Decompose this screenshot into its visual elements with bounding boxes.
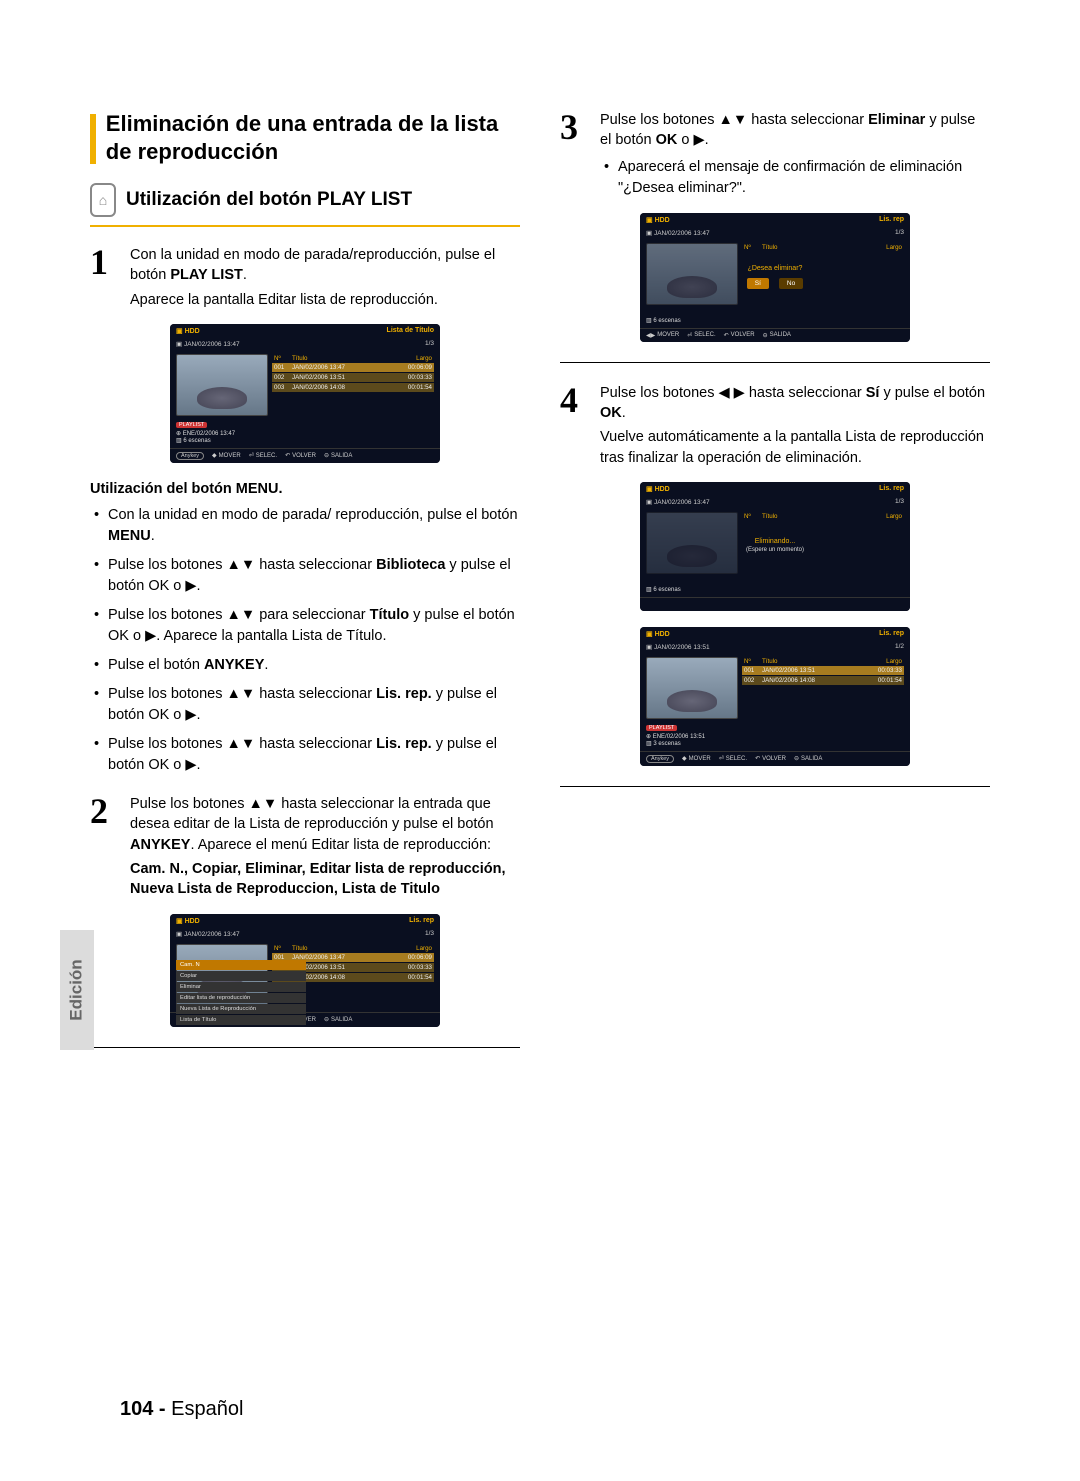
table-row: 001JAN/02/2006 13:5100:03:33 — [742, 666, 904, 675]
meta-scenes: 6 escenas — [183, 438, 210, 444]
yes-button: Sí — [747, 278, 769, 289]
step-text-bold: Cam. N., Copiar, Eliminar, Editar lista … — [130, 859, 520, 900]
menu-bullets: Con la unidad en modo de parada/ reprodu… — [94, 505, 520, 776]
section-title: Eliminación de una entrada de la lista d… — [106, 110, 520, 165]
step-number: 3 — [560, 102, 578, 152]
processing-message: Eliminando... (Espere un momento) — [746, 538, 804, 553]
list-item: Pulse los botones ▲▼ hasta seleccionar B… — [94, 555, 520, 597]
screenshot-title-list: ▣ HDDLista de Título ▣ JAN/02/2006 13:47… — [170, 324, 440, 463]
table-row: 002JAN/02/2006 13:5100:03:33 — [272, 373, 434, 382]
section-divider — [90, 1047, 520, 1048]
table-row: 001JAN/02/2006 13:4700:06:09 — [272, 363, 434, 372]
col-length: Largo — [390, 355, 432, 362]
screenshot-confirm-delete: ▣ HDDLis. rep ▣ JAN/02/2006 13:471/3 NºT… — [640, 213, 910, 342]
side-tab: Edición — [60, 930, 94, 1050]
menu-item: Eliminar — [176, 982, 306, 992]
step-4: 4 Pulse los botones ◀ ▶ hasta selecciona… — [560, 383, 990, 468]
step-1: 1 Con la unidad en modo de parada/reprod… — [90, 245, 520, 310]
screenshot-edit-menu: ▣ HDDLis. rep ▣ JAN/02/2006 13:471/3 NºT… — [170, 914, 440, 1027]
table-row: 002JAN/02/2006 14:0800:01:54 — [742, 676, 904, 685]
menu-item: Editar lista de reproducción — [176, 993, 306, 1003]
meta-scenes: 6 escenas — [653, 318, 680, 324]
step-number: 4 — [560, 375, 578, 425]
section-divider — [560, 786, 990, 787]
bold-text: PLAY LIST — [170, 267, 243, 283]
count-label: 1/3 — [425, 340, 434, 348]
list-item: Pulse los botones ▲▼ hasta seleccionar L… — [94, 734, 520, 776]
thumbnail — [646, 512, 738, 574]
section-divider — [560, 362, 990, 363]
step-number: 2 — [90, 786, 108, 836]
screenshot-deleting: ▣ HDDLis. rep ▣ JAN/02/2006 13:471/3 NºT… — [640, 482, 910, 611]
col-num: Nº — [274, 355, 292, 362]
table-row: 003JAN/02/2006 14:0800:01:54 — [272, 383, 434, 392]
thumbnail — [176, 354, 268, 416]
side-tab-label: Edición — [67, 959, 87, 1020]
menu-item: Nueva Lista de Reproducción — [176, 1004, 306, 1014]
date-label: JAN/02/2006 13:47 — [184, 341, 240, 348]
playlist-tag: PLAYLIST — [176, 422, 207, 428]
mover-label: MOVER — [219, 453, 241, 459]
page-language: Español — [171, 1398, 243, 1420]
list-item: Pulse los botones ▲▼ hasta seleccionar L… — [94, 684, 520, 726]
confirm-dialog: ¿Desea eliminar? Sí No — [700, 265, 850, 289]
volver-label: VOLVER — [292, 453, 316, 459]
step-text: Pulse los botones ▲▼ hasta seleccionar E… — [600, 110, 990, 151]
screen-title: Lista de Título — [387, 327, 434, 335]
section-header: Eliminación de una entrada de la lista d… — [90, 110, 520, 165]
list-item: Pulse el botón ANYKEY. — [94, 655, 520, 676]
right-column: 3 Pulse los botones ▲▼ hasta seleccionar… — [560, 110, 990, 1068]
step-text: Con la unidad en modo de parada/reproduc… — [130, 245, 520, 286]
step-3: 3 Pulse los botones ▲▼ hasta seleccionar… — [560, 110, 990, 199]
left-column: Eliminación de una entrada de la lista d… — [90, 110, 520, 1068]
salida-label: SALIDA — [331, 453, 352, 459]
subsection-title: Utilización del botón PLAY LIST — [126, 189, 412, 211]
meta-date: ENE/02/2006 13:47 — [183, 431, 235, 437]
subsection-header: ⌂ Utilización del botón PLAY LIST — [90, 183, 520, 217]
context-menu: Cam. N Copiar Eliminar Editar lista de r… — [176, 960, 306, 1026]
no-button: No — [779, 278, 803, 289]
list-item: Pulse los botones ▲▼ para seleccionar Tí… — [94, 605, 520, 647]
remote-icon: ⌂ — [90, 183, 116, 217]
menu-item: Copiar — [176, 971, 306, 981]
col-title: Título — [292, 355, 390, 362]
screenshot-result-list: ▣ HDDLis. rep ▣ JAN/02/2006 13:511/2 NºT… — [640, 627, 910, 766]
title-table: NºTítuloLargo 001JAN/02/2006 13:4700:06:… — [272, 354, 434, 416]
page-number: 104 - — [120, 1398, 166, 1420]
list-item: Aparecerá el mensaje de confirmación de … — [604, 157, 990, 199]
step-text-2: Vuelve automáticamente a la pantalla Lis… — [600, 427, 990, 468]
menu-item: Cam. N — [176, 960, 306, 970]
page-footer: 104 - Español — [120, 1398, 243, 1421]
menu-item: Lista de Título — [176, 1015, 306, 1025]
manual-page: Eliminación de una entrada de la lista d… — [0, 0, 1080, 1481]
two-column-layout: Eliminación de una entrada de la lista d… — [90, 110, 990, 1068]
step-text: Pulse los botones ▲▼ hasta seleccionar l… — [130, 794, 520, 855]
menu-subsection-title: Utilización del botón MENU. — [90, 481, 520, 497]
thumbnail — [646, 657, 738, 719]
step-2: 2 Pulse los botones ▲▼ hasta seleccionar… — [90, 794, 520, 899]
accent-bar-icon — [90, 114, 96, 164]
screen-footer: Anykey ◆ MOVER ⏎ SELEC. ↶ VOLVER ⊖ SALID… — [170, 448, 440, 463]
selec-label: SELEC. — [256, 453, 277, 459]
hdd-label: HDD — [185, 328, 200, 335]
step-text-2: Aparece la pantalla Editar lista de repr… — [130, 290, 520, 310]
confirm-message: ¿Desea eliminar? — [700, 265, 850, 272]
accent-underline — [90, 225, 520, 227]
anykey-btn: Anykey — [176, 452, 204, 460]
list-item: Con la unidad en modo de parada/ reprodu… — [94, 505, 520, 547]
step-text: Pulse los botones ◀ ▶ hasta seleccionar … — [600, 383, 990, 424]
step-number: 1 — [90, 237, 108, 287]
